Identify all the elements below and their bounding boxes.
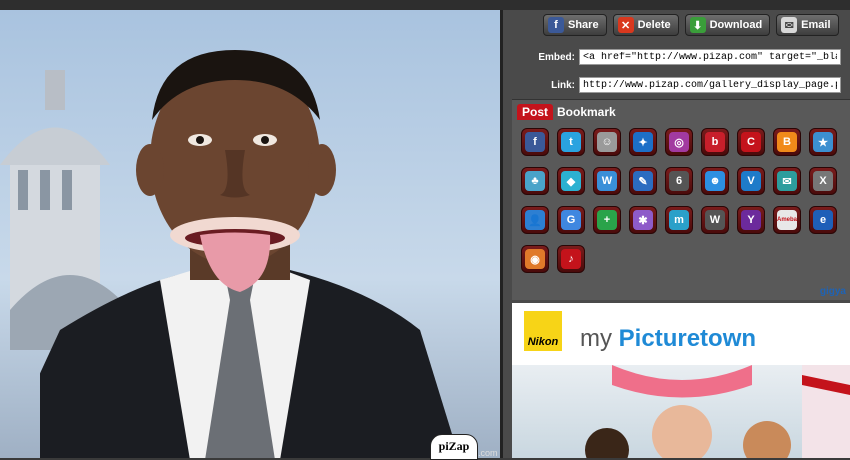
bookmark-service-button[interactable]: ✦	[629, 128, 657, 156]
bookmark-service-button[interactable]: Ameba	[773, 206, 801, 234]
link-url-field[interactable]	[579, 77, 841, 93]
bookmark-box: Post Bookmark f t ☺ ✦ ◎ b C B ★ ♣ ◆ W ✎ 6 ☻ V ✉ X 👤 G + ✱ m W Y A…	[512, 99, 850, 300]
ad-title-prefix: my	[580, 325, 619, 352]
smiley-icon: ☺	[597, 132, 617, 152]
v-icon: V	[741, 171, 761, 191]
bookmark-service-grid: f t ☺ ✦ ◎ b C B ★ ♣ ◆ W ✎ 6 ☻ V ✉ X 👤 G + ✱ m W Y Ameba e ◉ ♪	[521, 128, 837, 273]
pencil-icon: ✎	[633, 171, 653, 191]
bookmark-service-button[interactable]: b	[701, 128, 729, 156]
bookmark-service-button[interactable]: +	[593, 206, 621, 234]
link-row: Link:	[503, 76, 850, 94]
edited-photo	[0, 10, 503, 458]
bookmark-service-button[interactable]: ♣	[521, 167, 549, 195]
delete-button[interactable]: ✕ Delete	[612, 14, 679, 36]
bookmark-service-button[interactable]: X	[809, 167, 837, 195]
person-figure	[40, 50, 460, 458]
download-button[interactable]: ⬇ Download	[684, 14, 771, 36]
ad-photo	[512, 365, 850, 458]
bookmark-service-button[interactable]: f	[521, 128, 549, 156]
bookmark-service-button[interactable]: ☻	[701, 167, 729, 195]
pizap-watermark-domain: .com	[478, 448, 498, 458]
bookmark-service-button[interactable]: W	[593, 167, 621, 195]
wordpress-icon: W	[705, 210, 725, 230]
delete-button-label: Delete	[637, 19, 671, 31]
six-icon: 6	[669, 171, 689, 191]
chat-icon: ✉	[777, 171, 797, 191]
bookmark-service-button[interactable]: ☺	[593, 128, 621, 156]
pizap-watermark-badge: piZap	[430, 434, 478, 460]
bookmark-service-button[interactable]: ★	[809, 128, 837, 156]
x-icon: X	[813, 171, 833, 191]
bookmark-service-button[interactable]: C	[737, 128, 765, 156]
tumblr-icon: C	[741, 132, 761, 152]
bookmark-service-button[interactable]: t	[557, 128, 585, 156]
bookmark-red-icon: ♪	[561, 249, 581, 269]
download-button-label: Download	[709, 19, 763, 31]
email-button[interactable]: ✉ Email	[776, 14, 839, 36]
bookmark-service-button[interactable]: ✉	[773, 167, 801, 195]
ameba-icon: Ameba	[777, 210, 797, 230]
speech-icon: ◉	[525, 249, 545, 269]
bookmark-service-button[interactable]: V	[737, 167, 765, 195]
windows-live-icon: W	[597, 171, 617, 191]
bookmark-service-button[interactable]: ◆	[557, 167, 585, 195]
email-icon: ✉	[781, 17, 798, 33]
google-icon: G	[561, 210, 581, 230]
bookmark-service-button[interactable]: e	[809, 206, 837, 234]
bookmark-service-button[interactable]: ✎	[629, 167, 657, 195]
embed-code-field[interactable]	[579, 49, 841, 65]
email-button-label: Email	[801, 19, 831, 31]
tab-bookmark[interactable]: Bookmark	[557, 105, 616, 119]
bookmark-service-button[interactable]: m	[665, 206, 693, 234]
tab-post[interactable]: Post	[517, 104, 554, 120]
share-button-label: Share	[568, 19, 599, 31]
smile-blue-icon: ☻	[705, 171, 725, 191]
action-toolbar: f Share ✕ Delete ⬇ Download ✉ Email	[543, 14, 839, 36]
facebook-icon: f	[525, 132, 545, 152]
bookmark-service-button[interactable]: ♪	[557, 245, 585, 273]
bookmark-service-button[interactable]: G	[557, 206, 585, 234]
star-icon: ★	[813, 132, 833, 152]
bookmark-tabs: Post Bookmark	[517, 103, 616, 121]
mixx-icon: m	[669, 210, 689, 230]
ad-title: my Picturetown	[580, 325, 756, 353]
myspace-icon: ✦	[633, 132, 653, 152]
top-bar	[0, 0, 850, 10]
share-button[interactable]: f Share	[543, 14, 607, 36]
bookmark-service-button[interactable]: ✱	[629, 206, 657, 234]
people-icon: ♣	[525, 171, 545, 191]
diamond-icon: ◆	[561, 171, 581, 191]
delete-x-icon: ✕	[617, 17, 634, 33]
facebook-icon: f	[548, 17, 564, 33]
blogger-icon: B	[777, 132, 797, 152]
plus-icon: +	[597, 210, 617, 230]
ad-title-strong: Picturetown	[618, 325, 757, 352]
gigya-link[interactable]: gigya	[820, 286, 846, 297]
share-panel: f Share ✕ Delete ⬇ Download ✉ Email Embe…	[503, 10, 850, 458]
link-label: Link:	[551, 79, 575, 91]
bookmark-service-button[interactable]: ◉	[521, 245, 549, 273]
nikon-logo: Nikon	[524, 311, 562, 351]
embed-label: Embed:	[538, 51, 575, 63]
e-icon: e	[813, 210, 833, 230]
bookmark-service-button[interactable]: B	[773, 128, 801, 156]
bookmark-service-button[interactable]: ◎	[665, 128, 693, 156]
download-arrow-icon: ⬇	[689, 17, 706, 33]
bookmark-service-button[interactable]: W	[701, 206, 729, 234]
twitter-icon: t	[561, 132, 581, 152]
advertisement[interactable]: Nikon my Picturetown	[512, 303, 850, 458]
yahoo-icon: Y	[741, 210, 761, 230]
bookmark-service-button[interactable]: 6	[665, 167, 693, 195]
bebo-icon: b	[705, 132, 725, 152]
embed-row: Embed:	[503, 48, 850, 66]
person-icon: 👤	[525, 210, 545, 230]
circle-icon: ◎	[669, 132, 689, 152]
delicious-icon: ✱	[633, 210, 653, 230]
bookmark-service-button[interactable]: Y	[737, 206, 765, 234]
bookmark-service-button[interactable]: 👤	[521, 206, 549, 234]
